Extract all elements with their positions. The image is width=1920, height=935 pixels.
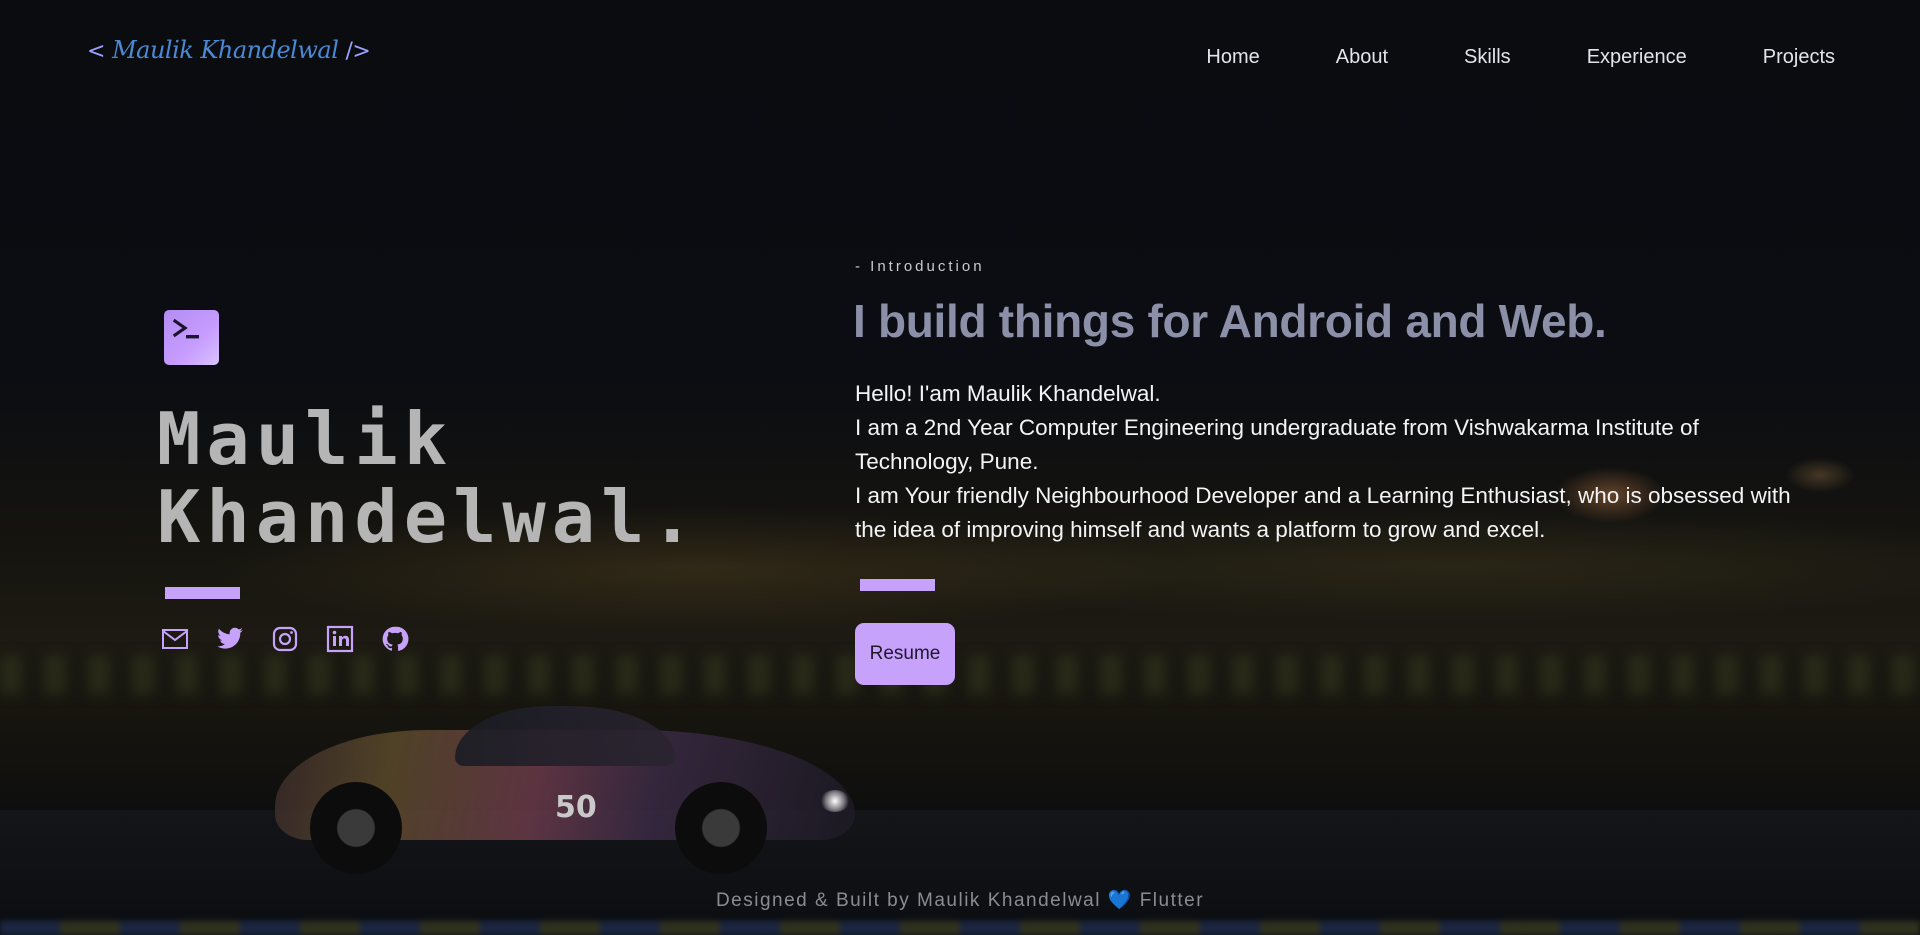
nav-projects[interactable]: Projects: [1763, 46, 1835, 69]
instagram-icon[interactable]: [271, 625, 299, 653]
accent-bar-right: [860, 579, 935, 591]
main-nav: Home About Skills Experience Projects: [1206, 46, 1835, 69]
hero-name-line2: Khandelwal.: [157, 475, 700, 559]
nav-home[interactable]: Home: [1206, 46, 1259, 69]
car-cabin: [455, 706, 675, 766]
car-number: 50: [555, 790, 597, 825]
heart-icon: 💙: [1107, 890, 1133, 911]
hero-name-line1: Maulik: [157, 397, 454, 481]
hero-name: Maulik Khandelwal.: [157, 400, 807, 556]
background-curb: [0, 921, 1920, 935]
race-car-image: 50: [255, 700, 875, 874]
footer-text-after: Flutter: [1139, 890, 1205, 911]
intro-label: - Introduction: [855, 258, 985, 275]
footer-text-before: Designed & Built by Maulik Khandelwal: [715, 890, 1101, 911]
nav-experience[interactable]: Experience: [1587, 46, 1687, 69]
logo-close-bracket: />: [345, 39, 371, 64]
accent-bar-left: [165, 587, 240, 599]
resume-button[interactable]: Resume: [855, 623, 955, 685]
car-headlight: [820, 790, 850, 812]
intro-headline: I build things for Android and Web.: [853, 295, 1607, 347]
twitter-icon[interactable]: [216, 625, 244, 653]
logo-name: Maulik Khandelwal: [112, 36, 339, 64]
bio-line-1: Hello! I'am Maulik Khandelwal.: [855, 381, 1161, 406]
github-icon[interactable]: [381, 625, 409, 653]
social-links: [161, 625, 409, 653]
linkedin-icon[interactable]: [326, 625, 354, 653]
nav-skills[interactable]: Skills: [1464, 46, 1511, 69]
car-wheel-rear: [310, 782, 402, 874]
footer-credit: Designed & Built by Maulik Khandelwal 💙 …: [0, 888, 1920, 912]
bio-line-3: I am Your friendly Neighbourhood Develop…: [855, 483, 1791, 542]
bio-line-2: I am a 2nd Year Computer Engineering und…: [855, 415, 1699, 474]
nav-about[interactable]: About: [1336, 46, 1388, 69]
mail-icon[interactable]: [161, 625, 189, 653]
intro-bio: Hello! I'am Maulik Khandelwal. I am a 2n…: [855, 377, 1805, 547]
site-logo[interactable]: < Maulik Khandelwal />: [87, 36, 371, 64]
car-wheel-front: [675, 782, 767, 874]
logo-open-bracket: <: [87, 39, 105, 64]
background-blur-stripe: [0, 655, 1920, 695]
terminal-icon: [164, 310, 219, 365]
